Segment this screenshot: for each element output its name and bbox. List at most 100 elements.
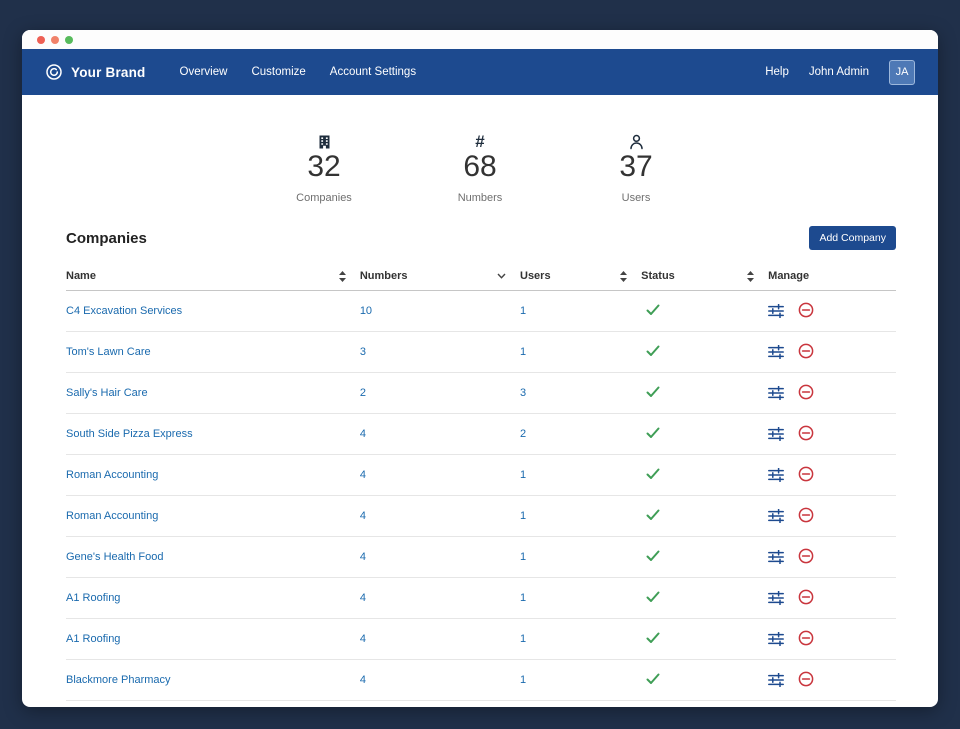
stat-companies: 32 Companies bbox=[294, 133, 354, 204]
minus-circle-icon bbox=[798, 507, 814, 523]
remove-company-button[interactable] bbox=[798, 384, 814, 400]
sort-desc-icon[interactable] bbox=[497, 273, 506, 279]
company-name-link[interactable]: Roman Accounting bbox=[66, 510, 158, 522]
nav-item-customize[interactable]: Customize bbox=[251, 66, 305, 78]
primary-nav: Overview Customize Account Settings bbox=[180, 66, 417, 78]
help-link[interactable]: Help bbox=[765, 66, 789, 78]
configure-company-button[interactable] bbox=[768, 549, 785, 564]
users-count-label: Users bbox=[621, 192, 651, 204]
user-menu[interactable]: John Admin bbox=[809, 66, 869, 78]
company-name-cell: Tom's Lawn Care bbox=[66, 331, 360, 373]
company-users-cell: 1 bbox=[520, 495, 642, 537]
company-users-cell: 1 bbox=[520, 290, 642, 332]
configure-company-button[interactable] bbox=[768, 426, 785, 441]
configure-company-button[interactable] bbox=[768, 508, 785, 523]
company-name-link[interactable]: A1 Roofing bbox=[66, 592, 120, 604]
sort-updown-icon[interactable] bbox=[338, 270, 346, 282]
sliders-icon bbox=[768, 590, 785, 605]
maximize-window-button[interactable] bbox=[65, 35, 73, 44]
table-row: C4 Excavation Services 10 1 bbox=[66, 290, 896, 332]
sliders-icon bbox=[768, 467, 785, 482]
remove-company-button[interactable] bbox=[798, 507, 814, 523]
company-name-link[interactable]: Sally's Hair Care bbox=[66, 387, 148, 399]
company-name-link[interactable]: C4 Excavation Services bbox=[66, 305, 182, 317]
company-users-cell: 1 bbox=[520, 618, 642, 660]
company-users-cell: 3 bbox=[520, 372, 642, 414]
company-status-cell bbox=[641, 618, 769, 660]
configure-company-button[interactable] bbox=[768, 672, 785, 687]
company-numbers-cell: 4 bbox=[359, 536, 520, 578]
sliders-icon bbox=[768, 672, 785, 687]
column-header-status[interactable]: Status bbox=[641, 262, 769, 291]
sliders-icon bbox=[768, 385, 785, 400]
close-window-button[interactable] bbox=[37, 35, 45, 44]
minus-circle-icon bbox=[798, 302, 814, 318]
companies-section: Companies Add Company Name Numbers Users… bbox=[22, 226, 938, 707]
brand-name: Your Brand bbox=[71, 64, 146, 80]
users-count: 37 bbox=[619, 150, 653, 183]
company-name-cell: Sally's Hair Care bbox=[66, 372, 360, 414]
remove-company-button[interactable] bbox=[798, 589, 814, 605]
sliders-icon bbox=[768, 344, 785, 359]
table-row: A1 Roofing 4 1 bbox=[66, 618, 896, 660]
company-status-cell bbox=[641, 331, 769, 373]
user-avatar[interactable]: JA bbox=[889, 59, 915, 85]
company-name-link[interactable]: Blackmore Pharmacy bbox=[66, 674, 171, 686]
app-window: Your Brand Overview Customize Account Se… bbox=[22, 30, 938, 707]
nav-item-account-settings[interactable]: Account Settings bbox=[330, 66, 416, 78]
company-manage-cell bbox=[768, 577, 896, 619]
column-header-name[interactable]: Name bbox=[66, 262, 360, 291]
minimize-window-button[interactable] bbox=[51, 35, 59, 44]
company-status-cell bbox=[641, 700, 769, 707]
check-icon bbox=[646, 591, 660, 603]
configure-company-button[interactable] bbox=[768, 467, 785, 482]
remove-company-button[interactable] bbox=[798, 671, 814, 687]
add-company-button[interactable]: Add Company bbox=[809, 226, 896, 250]
company-name-link[interactable]: South Side Pizza Express bbox=[66, 428, 193, 440]
numbers-count-label: Numbers bbox=[457, 192, 503, 204]
column-header-manage: Manage bbox=[768, 262, 896, 291]
company-numbers-cell: 4 bbox=[359, 495, 520, 537]
remove-company-button[interactable] bbox=[798, 302, 814, 318]
minus-circle-icon bbox=[798, 425, 814, 441]
table-row: A1 Roofing 4 1 bbox=[66, 577, 896, 619]
column-header-users[interactable]: Users bbox=[520, 262, 642, 291]
company-manage-cell bbox=[768, 618, 896, 660]
remove-company-button[interactable] bbox=[798, 466, 814, 482]
column-header-numbers[interactable]: Numbers bbox=[359, 262, 520, 291]
brand-home-link[interactable]: Your Brand bbox=[45, 63, 146, 81]
stats-row: 32 Companies # 68 Numbers 37 Users bbox=[22, 95, 938, 205]
company-name-link[interactable]: Tom's Lawn Care bbox=[66, 346, 151, 358]
remove-company-button[interactable] bbox=[798, 548, 814, 564]
company-name-link[interactable]: A1 Roofing bbox=[66, 633, 120, 645]
remove-company-button[interactable] bbox=[798, 425, 814, 441]
company-users-cell: 1 bbox=[520, 577, 642, 619]
table-header-row: Name Numbers Users Status Manage bbox=[66, 262, 896, 291]
sort-updown-icon[interactable] bbox=[620, 270, 628, 282]
nav-item-overview[interactable]: Overview bbox=[180, 66, 228, 78]
company-status-cell bbox=[641, 290, 769, 332]
company-numbers-cell: 4 bbox=[359, 577, 520, 619]
stat-numbers: # 68 Numbers bbox=[450, 131, 510, 205]
configure-company-button[interactable] bbox=[768, 303, 785, 318]
hash-icon: # bbox=[475, 131, 485, 151]
company-name-cell: John's Irrigation bbox=[66, 700, 360, 707]
user-icon bbox=[629, 133, 644, 150]
company-numbers-cell: 4 bbox=[359, 618, 520, 660]
configure-company-button[interactable] bbox=[768, 385, 785, 400]
companies-table: Name Numbers Users Status Manage C4 Exca… bbox=[66, 262, 896, 707]
company-name-link[interactable]: Gene's Health Food bbox=[66, 551, 164, 563]
remove-company-button[interactable] bbox=[798, 630, 814, 646]
company-name-link[interactable]: Roman Accounting bbox=[66, 469, 158, 481]
check-icon bbox=[646, 468, 660, 480]
company-manage-cell bbox=[768, 290, 896, 332]
company-manage-cell bbox=[768, 700, 896, 707]
remove-company-button[interactable] bbox=[798, 343, 814, 359]
company-status-cell bbox=[641, 577, 769, 619]
numbers-count: 68 bbox=[463, 150, 497, 183]
minus-circle-icon bbox=[798, 343, 814, 359]
configure-company-button[interactable] bbox=[768, 344, 785, 359]
configure-company-button[interactable] bbox=[768, 631, 785, 646]
sort-updown-icon[interactable] bbox=[747, 270, 755, 282]
configure-company-button[interactable] bbox=[768, 590, 785, 605]
